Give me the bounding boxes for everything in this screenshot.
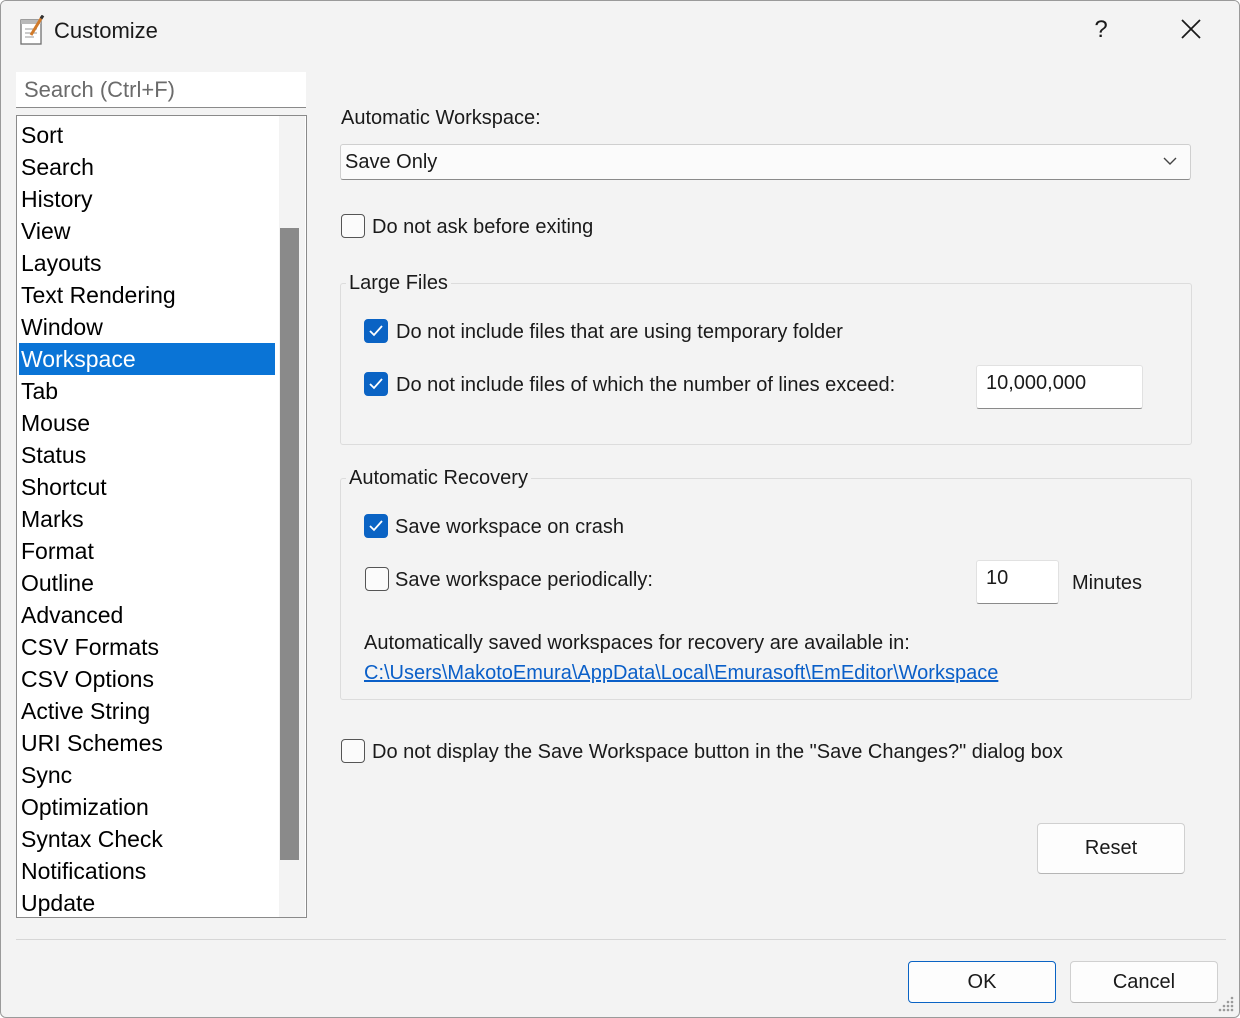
automatic-workspace-select[interactable]: Save Only [340, 144, 1191, 180]
reset-button[interactable]: Reset [1037, 823, 1185, 874]
sidebar-item-workspace[interactable]: Workspace [19, 343, 275, 375]
sidebar-item-view[interactable]: View [19, 215, 275, 247]
window-title: Customize [54, 18, 158, 43]
search-input[interactable]: Search (Ctrl+F) [16, 72, 306, 108]
sidebar-item-window[interactable]: Window [19, 311, 275, 343]
sidebar-item-csv-formats[interactable]: CSV Formats [19, 631, 275, 663]
customize-dialog: Customize ? Search (Ctrl+F) Sort Search Hi… [0, 0, 1240, 1018]
sidebar-item-advanced[interactable]: Advanced [19, 599, 275, 631]
sidebar-item-shortcut[interactable]: Shortcut [19, 471, 275, 503]
sidebar-item-layouts[interactable]: Layouts [19, 247, 275, 279]
automatic-workspace-label: Automatic Workspace: [341, 107, 541, 129]
sidebar-item-sync[interactable]: Sync [19, 759, 275, 791]
hide-save-button-checkbox[interactable] [341, 739, 365, 763]
sidebar-item-syntax-check[interactable]: Syntax Check [19, 823, 275, 855]
automatic-workspace-value: Save Only [345, 151, 438, 173]
checkmark-icon [369, 325, 383, 337]
automatic-recovery-title: Automatic Recovery [346, 467, 531, 490]
minutes-label: Minutes [1072, 572, 1143, 594]
title-bar: Customize ? [1, 1, 1239, 59]
sidebar-item-format[interactable]: Format [19, 535, 275, 567]
sidebar-item-csv-options[interactable]: CSV Options [19, 663, 275, 695]
sidebar-item-sort[interactable]: Sort [19, 119, 275, 151]
cancel-button[interactable]: Cancel [1070, 961, 1218, 1003]
workspace-path-link[interactable]: C:\Users\MakotoEmura\AppData\Local\Emura… [364, 662, 998, 685]
resize-grip-icon[interactable] [1215, 993, 1235, 1013]
save-on-crash-checkbox[interactable] [364, 514, 388, 538]
chevron-down-icon [1163, 157, 1177, 165]
sidebar-item-search[interactable]: Search [19, 151, 275, 183]
sidebar-item-status[interactable]: Status [19, 439, 275, 471]
ok-button[interactable]: OK [908, 961, 1056, 1003]
do-not-ask-checkbox[interactable] [341, 214, 365, 238]
sidebar-item-marks[interactable]: Marks [19, 503, 275, 535]
sidebar-item-uri-schemes[interactable]: URI Schemes [19, 727, 275, 759]
sidebar-item-active-string[interactable]: Active String [19, 695, 275, 727]
lines-exceed-checkbox[interactable] [364, 372, 388, 396]
footer-divider [16, 939, 1226, 940]
sidebar-item-update[interactable]: Update [19, 887, 275, 917]
checkmark-icon [369, 378, 383, 390]
notepad-app-icon [20, 15, 45, 45]
hide-save-button-label: Do not display the Save Workspace button… [372, 741, 1063, 763]
sidebar-item-history[interactable]: History [19, 183, 275, 215]
do-not-ask-label: Do not ask before exiting [372, 216, 594, 238]
lines-limit-input[interactable]: 10,000,000 [976, 365, 1143, 409]
temp-folder-checkbox[interactable] [364, 319, 388, 343]
close-button[interactable] [1161, 9, 1221, 51]
help-button[interactable]: ? [1071, 9, 1131, 51]
temp-folder-label: Do not include files that are using temp… [396, 321, 843, 343]
save-periodically-checkbox[interactable] [365, 567, 389, 591]
lines-exceed-label: Do not include files of which the number… [396, 374, 896, 396]
period-minutes-input[interactable]: 10 [976, 560, 1059, 604]
sidebar-item-notifications[interactable]: Notifications [19, 855, 275, 887]
large-files-group [340, 283, 1192, 445]
sidebar-item-text-rendering[interactable]: Text Rendering [19, 279, 275, 311]
category-list[interactable]: Sort Search History View Layouts Text Renderi… [16, 115, 307, 918]
sidebar-item-mouse[interactable]: Mouse [19, 407, 275, 439]
sidebar-item-optimization[interactable]: Optimization [19, 791, 275, 823]
large-files-title: Large Files [346, 272, 451, 295]
sidebar-item-tab[interactable]: Tab [19, 375, 275, 407]
save-periodically-label: Save workspace periodically: [395, 569, 653, 591]
sidebar-item-outline[interactable]: Outline [19, 567, 275, 599]
recovery-info-text: Automatically saved workspaces for recov… [364, 632, 910, 654]
save-on-crash-label: Save workspace on crash [395, 516, 625, 538]
checkmark-icon [369, 520, 383, 532]
close-icon [1181, 19, 1201, 39]
list-scrollbar-thumb[interactable] [280, 228, 299, 860]
